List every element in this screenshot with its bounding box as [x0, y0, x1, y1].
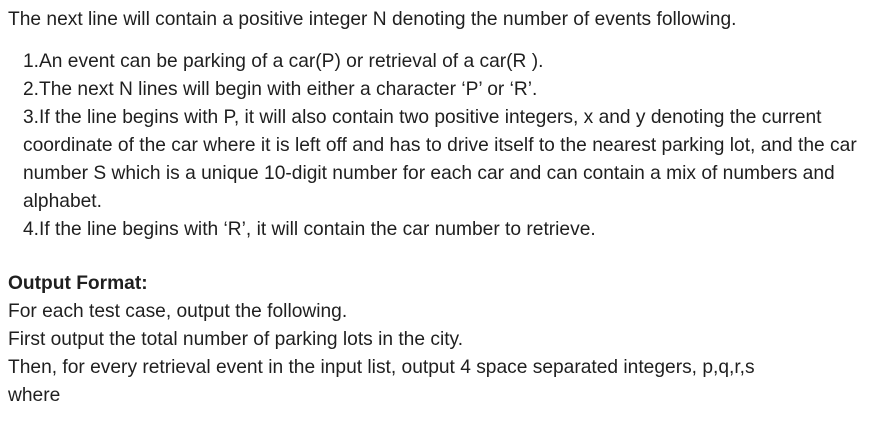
event-rules-list: 1.An event can be parking of a car(P) or…: [8, 48, 884, 244]
rule-item-1: 1.An event can be parking of a car(P) or…: [23, 51, 544, 72]
output-format-heading: Output Format:: [8, 273, 148, 294]
output-line-4: where: [8, 385, 61, 406]
rule-item-3: 3.If the line begins with P, it will als…: [23, 107, 857, 212]
rule-item-4: 4.If the line begins with ‘R’, it will c…: [23, 219, 596, 240]
output-line-3: Then, for every retrieval event in the i…: [8, 357, 755, 378]
intro-paragraph: The next line will contain a positive in…: [8, 9, 737, 30]
output-line-1: For each test case, output the following…: [8, 301, 348, 322]
output-format-section: For each test case, output the following…: [8, 298, 884, 410]
document-body: The next line will contain a positive in…: [8, 6, 884, 410]
rule-item-2: 2.The next N lines will begin with eithe…: [23, 79, 538, 100]
output-line-2: First output the total number of parking…: [8, 329, 464, 350]
